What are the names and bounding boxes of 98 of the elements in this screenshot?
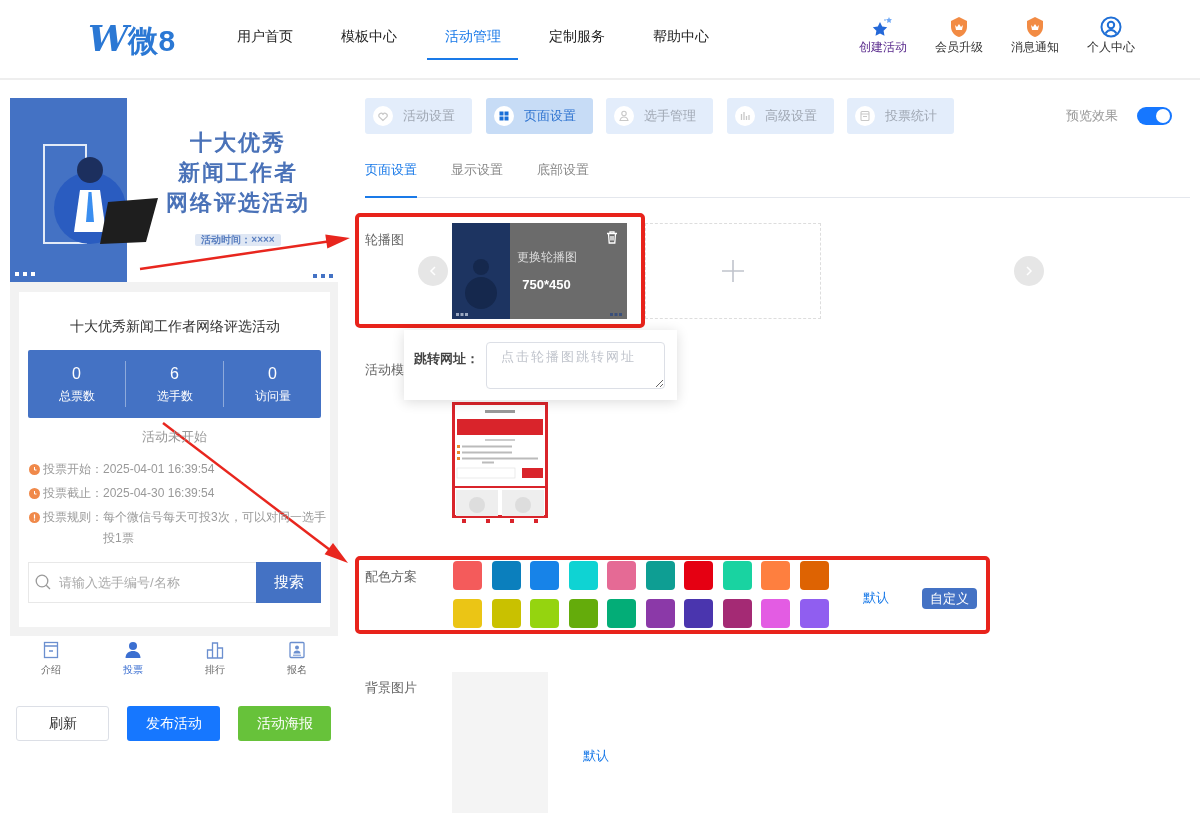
default-link[interactable]: 默认 <box>862 589 889 607</box>
color-swatch-icon[interactable] <box>530 599 559 628</box>
color-swatch-icon[interactable] <box>568 599 598 628</box>
color-swatch-icon[interactable] <box>761 561 790 590</box>
color-swatch-icon[interactable] <box>453 561 482 590</box>
field-label: 背景图片 <box>365 679 418 697</box>
info-label: 投票规则： <box>43 509 103 526</box>
alert-icon <box>29 512 40 523</box>
color-swatch-icon[interactable] <box>722 561 752 590</box>
badge-icon <box>1025 16 1045 38</box>
time-tag: 活动时间：×××× <box>195 234 281 246</box>
color-swatch-icon[interactable] <box>722 599 752 628</box>
field-label: 跳转网址： <box>414 350 480 368</box>
plus-icon <box>721 258 745 283</box>
nav-tab[interactable]: 用户首页 <box>219 0 310 60</box>
preview-label: 预览效果 <box>1066 107 1118 126</box>
bar-chart-icon <box>206 641 224 659</box>
document-icon <box>42 641 60 659</box>
previous-button[interactable] <box>418 255 448 286</box>
stat-value: 6 <box>170 364 179 384</box>
tabbar-item[interactable]: 介绍 <box>10 636 92 676</box>
color-swatch-icon[interactable] <box>530 561 559 590</box>
person-circle-icon <box>1100 16 1122 38</box>
tabbar-item[interactable]: 排行 <box>174 636 256 676</box>
tabbar-item[interactable]: 投票 <box>92 636 174 676</box>
field-label: 轮播图 <box>365 231 405 249</box>
activity-title: 十大优秀新闻工作者网络评选活动 <box>68 317 281 336</box>
nav-tab[interactable]: 模板中心 <box>323 0 414 60</box>
next-button[interactable] <box>1014 255 1044 286</box>
dots-icon <box>610 312 622 316</box>
color-swatch-icon[interactable] <box>568 561 598 590</box>
info-label: 投票开始： <box>43 461 103 478</box>
color-swatch-icon[interactable] <box>491 599 521 628</box>
image-size-label: 750*450 <box>522 276 571 293</box>
upgrade-button[interactable]: 会员升级 <box>927 16 991 55</box>
logo[interactable]: W微8 <box>88 19 176 59</box>
field-label: 活动模 <box>365 361 405 379</box>
color-swatch-icon[interactable] <box>453 599 482 628</box>
badge-icon <box>949 16 969 38</box>
dots-icon <box>313 274 333 278</box>
search-icon <box>35 574 51 590</box>
id-badge-icon <box>288 641 306 659</box>
activity-status: 活动未开始 <box>141 428 208 446</box>
trash-icon[interactable] <box>605 229 619 244</box>
replace-image-label[interactable]: 更换轮播图 <box>516 248 577 265</box>
color-swatch-icon[interactable] <box>799 561 829 590</box>
color-swatch-icon[interactable] <box>799 599 829 628</box>
notifications-button[interactable]: 消息通知 <box>1003 16 1067 55</box>
search-field[interactable]: 请输入选手编号/名称 <box>28 562 256 603</box>
color-swatch-icon[interactable] <box>684 599 713 628</box>
dots-icon <box>15 272 35 276</box>
color-swatch-icon[interactable] <box>607 561 636 590</box>
color-swatch-icon[interactable] <box>645 561 675 590</box>
sub-tab[interactable]: 页面设置 <box>365 160 417 198</box>
person-icon <box>124 641 142 659</box>
info-label: 投票截止： <box>43 485 103 502</box>
sub-tab[interactable]: 底部设置 <box>537 160 589 198</box>
bar-chart-icon <box>734 106 755 126</box>
color-swatch-icon[interactable] <box>607 599 636 628</box>
stat-value: 0 <box>268 364 277 384</box>
custom-button[interactable]: 自定义 <box>921 588 977 609</box>
color-swatch-icon[interactable] <box>761 599 790 628</box>
banner-title-line: 十大优秀 <box>190 129 286 157</box>
document-icon <box>855 106 875 126</box>
stat-label: 总票数 <box>58 388 95 404</box>
nav-tab[interactable]: 活动管理 <box>427 0 518 60</box>
banner-title-line: 网络评选活动 <box>166 189 310 217</box>
url-textarea[interactable]: 点击轮播图跳转网址 <box>486 342 665 389</box>
preview-toggle[interactable] <box>1137 107 1172 125</box>
refresh-button[interactable]: 刷新 <box>16 706 109 741</box>
profile-button[interactable]: 个人中心 <box>1079 16 1143 55</box>
info-value: 2025-04-30 16:39:54 <box>103 485 216 502</box>
search-button[interactable]: 搜索 <box>256 562 321 603</box>
grid-icon <box>493 106 514 126</box>
banner-title-line: 新闻工作者 <box>178 159 298 187</box>
person-icon <box>614 106 634 126</box>
template-preview-drawing[interactable] <box>452 402 548 525</box>
sub-tab[interactable]: 显示设置 <box>451 160 503 198</box>
color-swatch-icon[interactable] <box>684 561 713 590</box>
stat-label: 选手数 <box>156 388 193 404</box>
publish-button[interactable]: 发布活动 <box>127 706 220 741</box>
tabbar-item[interactable]: 报名 <box>256 636 338 676</box>
nav-tab[interactable]: 定制服务 <box>531 0 622 60</box>
stat-label: 访问量 <box>254 388 291 404</box>
create-activity-button[interactable]: 创建活动 <box>851 16 915 55</box>
default-link[interactable]: 默认 <box>583 747 609 765</box>
field-label: 配色方案 <box>365 568 418 586</box>
nav-tab[interactable]: 帮助中心 <box>635 0 726 60</box>
star-icon <box>871 16 895 38</box>
color-swatch-icon[interactable] <box>645 599 675 628</box>
stat-value: 0 <box>72 364 81 384</box>
clock-icon <box>29 464 40 475</box>
dots-icon <box>456 312 468 316</box>
color-swatch-icon[interactable] <box>491 561 521 590</box>
info-value: 2025-04-01 16:39:54 <box>103 461 216 478</box>
add-image-button[interactable] <box>645 222 821 319</box>
clock-icon <box>29 488 40 499</box>
step-tab[interactable]: 页面设置 <box>485 98 593 134</box>
